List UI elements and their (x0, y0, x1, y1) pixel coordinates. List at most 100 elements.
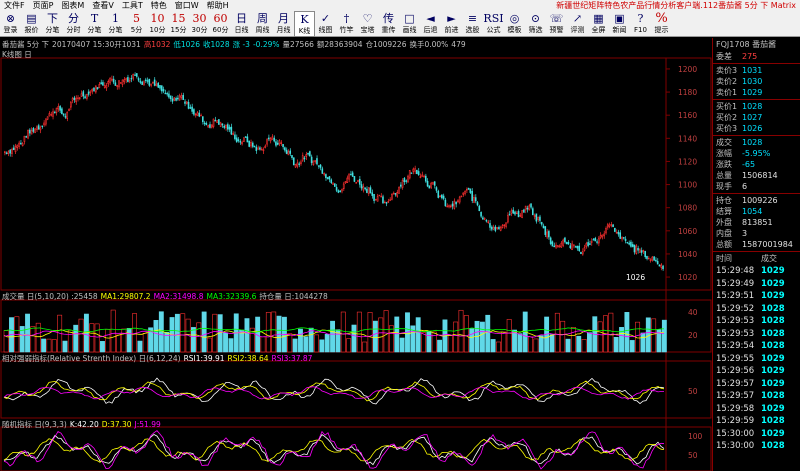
toolbar-label: F10 (634, 26, 647, 34)
menu-item-6[interactable]: 窗口W (171, 0, 203, 11)
toolbar-button-12[interactable]: 周周线 (252, 11, 273, 37)
candle-body (180, 95, 183, 98)
price-tick-label: 1180 (678, 88, 697, 97)
candle-body (7, 151, 10, 154)
candle-body (362, 186, 365, 191)
toolbar-button-21[interactable]: ► 前进 (441, 11, 462, 37)
toolbar-button-24[interactable]: ◎ 模板 (504, 11, 525, 37)
menu-item-3[interactable]: 查看V (88, 0, 117, 11)
vol_header-item: MA3:32339.6 (206, 292, 257, 301)
candle-body (103, 85, 106, 88)
tick-price: 1029 (761, 266, 785, 276)
toolbar-button-15[interactable]: ✓ 线图 (315, 11, 336, 37)
chart-svg[interactable]: 1200 1180 1160 1140 1120 1100 1080 1060 1040 1020… (0, 38, 712, 471)
menu-item-2[interactable]: 图表M (57, 0, 88, 11)
candle-body (212, 118, 215, 127)
chart-area[interactable]: 1200 1180 1160 1140 1120 1100 1080 1060 1040 1020… (0, 38, 712, 471)
candle-body (414, 168, 416, 172)
toolbar-button-5[interactable]: 1 分笔 (105, 11, 126, 37)
candle-body (565, 242, 568, 245)
candle-body (316, 158, 318, 165)
toolbar-button-11[interactable]: 日日线 (231, 11, 252, 37)
toolbar-button-23[interactable]: RSI 公式 (483, 11, 504, 37)
toolbar-button-26[interactable]: ☏ 预警 (546, 11, 567, 37)
contract-code: FQJ1708 番茄酱 (716, 40, 777, 49)
candle-body (553, 245, 556, 248)
candle-body (305, 154, 308, 157)
toolbar-button-7[interactable]: 10 10分 (147, 11, 168, 37)
tick-time: 15:29:57 (716, 378, 755, 389)
candle-body (605, 227, 607, 234)
candle-body (624, 238, 627, 241)
candle-body (392, 192, 395, 195)
candle-body (369, 187, 372, 194)
toolbar-button-9[interactable]: 30 30分 (189, 11, 210, 37)
candle-body (592, 239, 595, 241)
candle-body (323, 173, 325, 175)
tick-price: 1028 (761, 416, 785, 426)
candle-body (528, 205, 531, 211)
toolbar-button-2[interactable]: 下分笔 (42, 11, 63, 37)
toolbar-label: 分笔 (45, 26, 60, 34)
period-icon-14: K (300, 13, 309, 26)
toolbar-button-16[interactable]: † 竹竿 (336, 11, 357, 37)
candle-body (123, 79, 126, 83)
candle-body (96, 87, 99, 90)
toolbar-button-14[interactable]: K K线 (294, 11, 315, 37)
tick-time: 15:29:48 (716, 266, 755, 276)
toolbar-button-31[interactable]: % 提示 (651, 11, 672, 37)
bids-row: 买价2 1027 (713, 112, 800, 123)
candle-body (489, 223, 491, 228)
candle-body (473, 197, 475, 203)
toolbar-button-13[interactable]: 月月线 (273, 11, 294, 37)
toolbar-button-10[interactable]: 60 60分 (210, 11, 231, 37)
toolbar-button-27[interactable]: ↗ 评测 (567, 11, 588, 37)
candle-body (41, 125, 44, 127)
candle-body (628, 242, 630, 245)
candle-body (53, 111, 56, 114)
toolbar-button-1[interactable]: ▤ 报价 (21, 11, 42, 37)
rsi3-line (3, 386, 665, 400)
toolbar-button-29[interactable]: ▣ 新闻 (609, 11, 630, 37)
menu-item-7[interactable]: 帮助H (203, 0, 233, 11)
stats2-row: 总额 1587001984 (713, 239, 800, 250)
toolbar-button-4[interactable]: T 分笔 (84, 11, 105, 37)
candle-body (114, 82, 117, 86)
toolbar-button-28[interactable]: ▦ 全屏 (588, 11, 609, 37)
toolbar-button-25[interactable]: ⊙ 筛选 (525, 11, 546, 37)
toolbar-button-17[interactable]: ♡ 宝塔 (357, 11, 378, 37)
menu-item-1[interactable]: 页面P (29, 0, 58, 11)
period-icon-9: 30 (192, 12, 207, 25)
candle-body (134, 74, 136, 76)
volume-bar (137, 340, 143, 353)
menu-item-0[interactable]: 文件F (0, 0, 29, 11)
toolbar-button-18[interactable]: 传重传 (378, 11, 399, 37)
menu-item-5[interactable]: 特色 (147, 0, 171, 11)
candle-body (455, 201, 457, 205)
toolbar-button-19[interactable]: □ 画线 (399, 11, 420, 37)
toolbar-button-8[interactable]: 15 15分 (168, 11, 189, 37)
candle-body (640, 250, 643, 253)
tick-time: 15:30:00 (716, 428, 755, 439)
candle-body (43, 122, 45, 126)
candle-body (260, 148, 263, 151)
toolbar-button-6[interactable]: 5 5分 (126, 11, 147, 37)
toolbar-button-30[interactable]: ? F10 (630, 11, 651, 37)
candle-body (498, 227, 500, 230)
volume-bar (78, 318, 84, 353)
select-stock-icon: ≡ (467, 12, 478, 25)
candle-body (23, 135, 26, 142)
candle-body (458, 196, 461, 203)
row-label: 卖价1 (716, 88, 738, 97)
toolbar-button-22[interactable]: ≡ 选股 (462, 11, 483, 37)
toolbar-button-3[interactable]: 分分时 (63, 11, 84, 37)
menu-item-4[interactable]: 工具T (118, 0, 147, 11)
candle-body (576, 245, 579, 249)
row-value: 1009226 (742, 196, 778, 205)
candle-body (512, 209, 514, 214)
candle-body (255, 146, 258, 151)
stock_header-item: 涨 -3 (232, 40, 250, 49)
toolbar-button-20[interactable]: ◄ 后退 (420, 11, 441, 37)
toolbar-button-0[interactable]: ⊗ 登录 (0, 11, 21, 37)
toolbar-label: 线图 (318, 26, 333, 34)
